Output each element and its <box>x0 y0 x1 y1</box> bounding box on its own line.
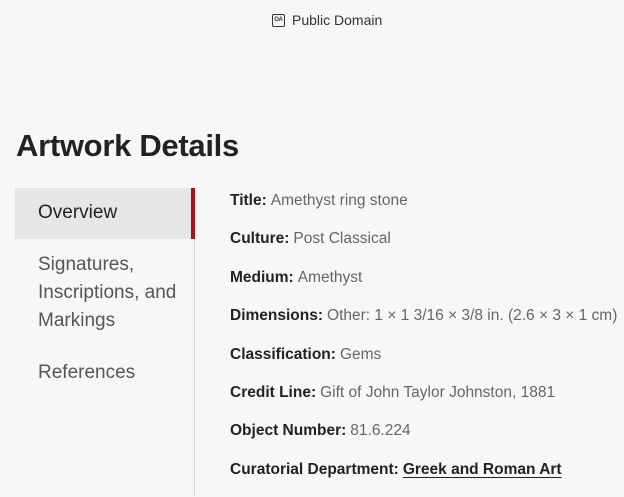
detail-label: Title: <box>230 192 267 209</box>
detail-value: 81.6.224 <box>350 422 411 440</box>
detail-value: Gems <box>339 345 382 363</box>
license-badge: OA Public Domain <box>272 12 382 28</box>
detail-value: Amethyst <box>297 268 363 286</box>
open-access-icon: OA <box>272 13 285 27</box>
detail-row-medium: Medium: Amethyst <box>230 267 624 305</box>
details-list: Title: Amethyst ring stone Culture: Post C… <box>230 190 624 497</box>
detail-row-dimensions: Dimensions: Other: 1 × 1 3/16 × 3/8 in. (… <box>230 305 624 343</box>
detail-label: Dimensions: <box>230 307 324 325</box>
detail-label: Culture: <box>230 230 290 248</box>
detail-row-classification: Classification: Gems <box>230 344 624 382</box>
detail-label: Medium: <box>230 268 294 286</box>
details-side-nav: Overview Signatures, Inscriptions, and M… <box>15 188 195 399</box>
nav-divider <box>194 239 195 496</box>
nav-item-label: Signatures, Inscriptions, and Markings <box>38 254 177 331</box>
department-link[interactable]: Greek and Roman Art <box>403 461 562 478</box>
detail-label: Classification: <box>230 345 336 363</box>
detail-row-department: Curatorial Department: Greek and Roman Ar… <box>230 459 624 497</box>
section-title: Artwork Details <box>16 128 239 163</box>
nav-item-label: References <box>38 362 136 383</box>
detail-label: Object Number: <box>230 422 347 440</box>
detail-row-object-number: Object Number: 81.6.224 <box>230 420 624 458</box>
detail-value: Gift of John Taylor Johnston, 1881 <box>320 383 556 401</box>
license-text: Public Domain <box>292 12 383 28</box>
detail-row-culture: Culture: Post Classical <box>230 228 624 266</box>
detail-label: Curatorial Department: <box>230 460 399 478</box>
nav-item-label: Overview <box>38 202 118 223</box>
nav-item-references[interactable]: References <box>15 347 195 399</box>
nav-item-signatures[interactable]: Signatures, Inscriptions, and Markings <box>15 239 195 347</box>
detail-row-credit-line: Credit Line: Gift of John Taylor Johnston… <box>230 382 624 420</box>
detail-label: Credit Line: <box>230 383 317 401</box>
detail-value: Post Classical <box>293 230 391 248</box>
nav-item-overview[interactable]: Overview <box>15 188 195 239</box>
detail-value: Amethyst ring stone <box>270 192 408 209</box>
detail-row-title: Title: Amethyst ring stone <box>230 190 624 228</box>
detail-value: Other: 1 × 1 3/16 × 3/8 in. (2.6 × 3 × 1… <box>327 307 618 325</box>
